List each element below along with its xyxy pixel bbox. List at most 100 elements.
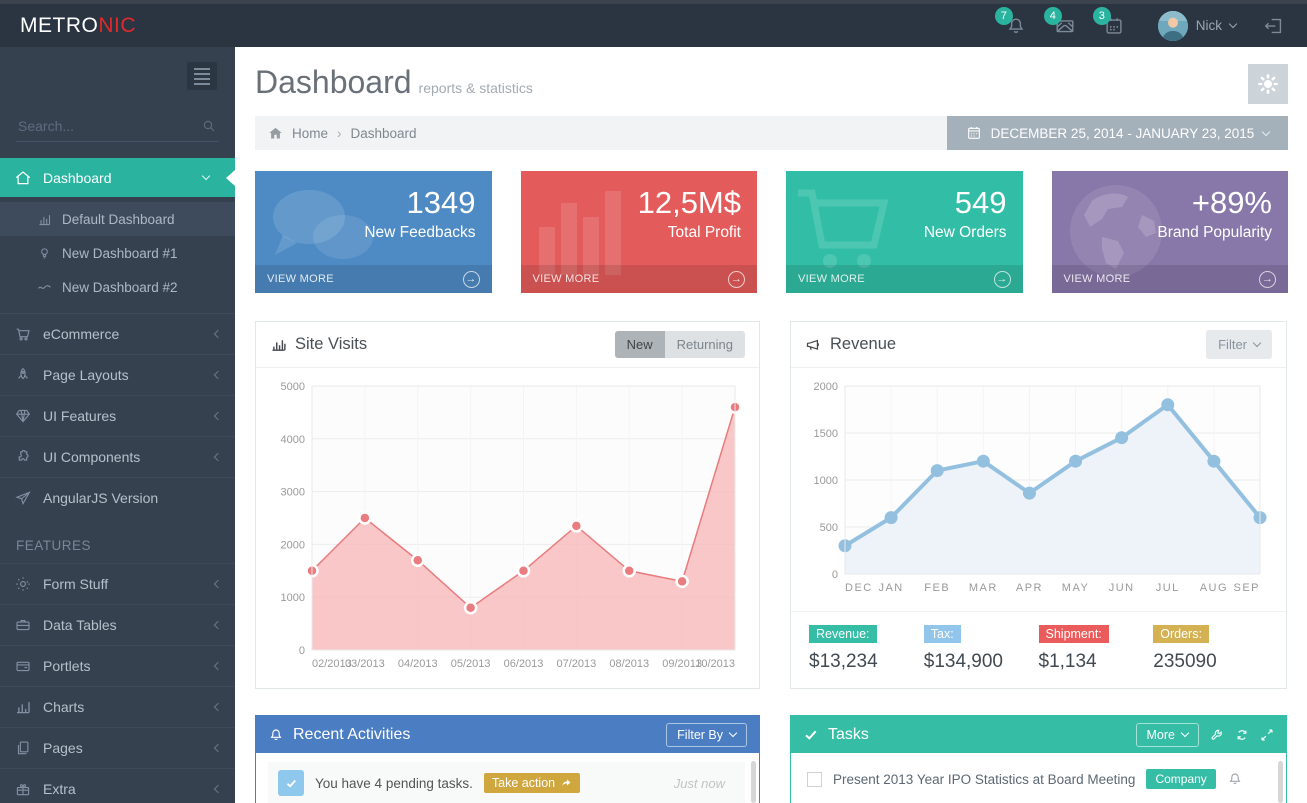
breadcrumb-home[interactable]: Home: [292, 126, 328, 141]
revenue-stat: Shipment: $1,134: [1039, 625, 1154, 673]
orders-stat-value: 235090: [1153, 651, 1268, 673]
revenue-stat: Revenue: $13,234: [809, 625, 924, 673]
check-icon: [803, 727, 819, 743]
task-item[interactable]: Present 2013 Year IPO Statistics at Boar…: [791, 753, 1286, 789]
sidebar-item-data-tables[interactable]: Data Tables: [0, 604, 235, 645]
sidebar-item-pages[interactable]: Pages: [0, 727, 235, 768]
sidebar-item-extra[interactable]: Extra: [0, 768, 235, 803]
sidebar-item-ui-features[interactable]: UI Features: [0, 395, 235, 436]
bell-icon: [268, 727, 284, 743]
stat-label: Brand Popularity: [1068, 224, 1273, 242]
sidebar-subitem-new-dashboard-1[interactable]: New Dashboard #1: [0, 236, 235, 270]
scrollbar[interactable]: [751, 761, 756, 803]
breadcrumb-separator: ›: [337, 126, 342, 141]
sidebar-item-ecommerce[interactable]: eCommerce: [0, 313, 235, 354]
stat-value: 549: [802, 185, 1007, 221]
view-more-button[interactable]: VIEW MORE→: [786, 265, 1023, 293]
todo-button[interactable]: 3: [1103, 15, 1125, 37]
chevron-left-icon: [214, 412, 222, 420]
take-action-button[interactable]: Take action: [484, 773, 580, 793]
sidebar-section-features: FEATURES: [0, 518, 235, 563]
lightbulb-icon: [37, 246, 52, 261]
sidebar-item-dashboard[interactable]: Dashboard: [0, 158, 235, 197]
sidebar-item-form-stuff[interactable]: Form Stuff: [0, 563, 235, 604]
activity-time: Just now: [674, 776, 735, 791]
sidebar-item-ui-components[interactable]: UI Components: [0, 436, 235, 477]
revenue-filter-button[interactable]: Filter: [1206, 330, 1272, 359]
view-more-button[interactable]: VIEW MORE→: [255, 265, 492, 293]
svg-text:2000: 2000: [814, 381, 838, 393]
calendar-icon: [966, 125, 982, 141]
date-range-label: DECEMBER 25, 2014 - JANUARY 23, 2015: [991, 126, 1255, 141]
svg-text:1000: 1000: [814, 475, 838, 487]
sidebar-subitem-default-dashboard[interactable]: Default Dashboard: [0, 202, 235, 236]
chevron-left-icon: [214, 744, 222, 752]
inbox-button[interactable]: 4: [1054, 15, 1076, 37]
svg-text:3000: 3000: [281, 487, 305, 499]
briefcase-icon: [14, 616, 32, 634]
sidebar-item-label: UI Components: [43, 449, 140, 465]
svg-text:1500: 1500: [814, 428, 838, 440]
arrow-right-icon: →: [1259, 271, 1276, 288]
logo-primary: METRO: [20, 14, 98, 37]
svg-text:1000: 1000: [281, 592, 305, 604]
bell-icon[interactable]: [1227, 771, 1243, 787]
sidebar-item-label: Pages: [43, 740, 83, 756]
app-logo[interactable]: METRONIC: [0, 14, 235, 38]
refresh-icon[interactable]: [1235, 728, 1249, 742]
inbox-badge: 4: [1044, 7, 1062, 25]
page-settings-button[interactable]: [1248, 64, 1288, 104]
chevron-left-icon: [214, 662, 222, 670]
sidebar-item-label: Charts: [43, 699, 84, 715]
tax-stat-label: Tax:: [924, 625, 961, 643]
home-icon: [14, 169, 32, 187]
svg-text:03/2013: 03/2013: [345, 658, 385, 670]
view-more-button[interactable]: VIEW MORE→: [1052, 265, 1289, 293]
active-item-arrow: [226, 170, 235, 186]
tax-stat-value: $134,900: [924, 651, 1039, 673]
sidebar-item-charts[interactable]: Charts: [0, 686, 235, 727]
svg-text:4000: 4000: [281, 434, 305, 446]
revenue-stat-label: Revenue:: [809, 625, 877, 643]
view-more-button[interactable]: VIEW MORE→: [521, 265, 758, 293]
chevron-left-icon: [214, 703, 222, 711]
subitem-label: New Dashboard #1: [62, 246, 178, 261]
logout-button[interactable]: [1263, 15, 1285, 37]
more-button[interactable]: More: [1136, 723, 1199, 747]
scrollbar[interactable]: [1278, 761, 1283, 803]
wrench-icon[interactable]: [1210, 728, 1224, 742]
stat-card-orders[interactable]: 549 New Orders VIEW MORE→: [786, 171, 1023, 293]
sidebar-item-label: AngularJS Version: [43, 490, 158, 506]
svg-text:08/2013: 08/2013: [609, 658, 649, 670]
stat-card-feedbacks[interactable]: 1349 New Feedbacks VIEW MORE→: [255, 171, 492, 293]
main-content: Dashboardreports & statistics Home › Das…: [235, 47, 1307, 803]
arrow-right-icon: →: [994, 271, 1011, 288]
stat-card-popularity[interactable]: +89% Brand Popularity VIEW MORE→: [1052, 171, 1289, 293]
user-menu[interactable]: Nick: [1158, 11, 1236, 41]
sidebar-item-label: Dashboard: [43, 170, 112, 186]
date-range-picker[interactable]: DECEMBER 25, 2014 - JANUARY 23, 2015: [947, 116, 1288, 150]
task-checkbox[interactable]: [807, 772, 822, 787]
sidebar-item-angularjs[interactable]: AngularJS Version: [0, 477, 235, 518]
svg-text:JUN: JUN: [1109, 582, 1135, 594]
check-icon: [278, 770, 304, 796]
chevron-down-icon: [1262, 127, 1270, 135]
revenue-portlet: Revenue Filter 0500100015002000DECJANFEB…: [790, 321, 1287, 689]
notifications-button[interactable]: 7: [1005, 15, 1027, 37]
search-input[interactable]: [16, 112, 219, 141]
svg-text:DEC: DEC: [845, 582, 873, 594]
sidebar-subitem-new-dashboard-2[interactable]: New Dashboard #2: [0, 270, 235, 304]
sidebar-search: [16, 112, 219, 142]
stat-card-profit[interactable]: 12,5M$ Total Profit VIEW MORE→: [521, 171, 758, 293]
expand-icon[interactable]: [1260, 728, 1274, 742]
sidebar-item-page-layouts[interactable]: Page Layouts: [0, 354, 235, 395]
filter-by-button[interactable]: Filter By: [666, 723, 747, 747]
toggle-returning-button[interactable]: Returning: [665, 331, 745, 358]
sidebar-toggler[interactable]: [187, 62, 217, 90]
tasks-body: Present 2013 Year IPO Statistics at Boar…: [791, 753, 1286, 803]
activity-item[interactable]: You have 4 pending tasks. Take action Ju…: [268, 762, 745, 803]
stat-label: Total Profit: [537, 224, 742, 242]
sidebar-item-portlets[interactable]: Portlets: [0, 645, 235, 686]
toggle-new-button[interactable]: New: [615, 331, 665, 358]
revenue-stat: Tax: $134,900: [924, 625, 1039, 673]
